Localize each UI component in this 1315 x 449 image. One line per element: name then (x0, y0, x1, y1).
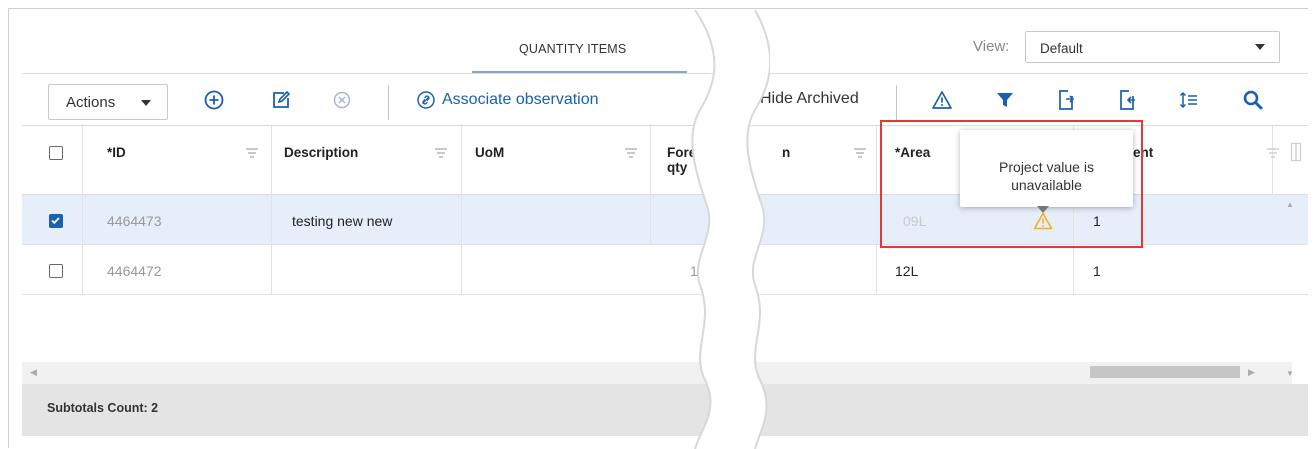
tooltip-text: Project value is unavailable (999, 159, 1094, 193)
add-circle-icon[interactable] (201, 87, 227, 113)
toolbar-separator (388, 85, 389, 120)
export-icon[interactable] (1053, 87, 1079, 113)
view-label: View: (973, 38, 1010, 55)
tab-quantity-items[interactable]: QUANTITY ITEMS (519, 42, 626, 56)
subtotals-label: Subtotals Count: 2 (47, 401, 159, 415)
associate-observation-label: Associate observation (442, 91, 599, 108)
column-header-partial[interactable]: n (782, 145, 790, 160)
column-filter-icon[interactable] (853, 147, 867, 159)
horizontal-scroll-thumb[interactable] (1090, 366, 1240, 378)
column-header-description[interactable]: Description (284, 145, 358, 160)
column-header-id[interactable]: *ID (107, 145, 126, 160)
toolbar-separator (896, 85, 897, 120)
cell-area: 12L (895, 263, 919, 279)
tooltip: Project value is unavailable (960, 130, 1133, 207)
delete-circle-icon[interactable] (329, 87, 355, 113)
import-icon[interactable] (1114, 87, 1140, 113)
cell-element: 1 (1093, 263, 1101, 279)
chevron-down-icon (1255, 44, 1265, 50)
scroll-up-icon[interactable]: ▲ (1286, 200, 1294, 209)
filter-icon[interactable] (992, 87, 1018, 113)
actions-label: Actions (66, 94, 116, 111)
column-filter-icon[interactable] (245, 147, 259, 159)
cell-description: testing new new (292, 213, 393, 229)
row-checkbox[interactable] (49, 214, 63, 228)
torn-edge (691, 10, 770, 449)
caret-down-icon (141, 100, 151, 106)
link-icon (417, 91, 435, 109)
column-header-uom[interactable]: UoM (475, 145, 504, 160)
column-chooser-icon[interactable] (1290, 142, 1302, 162)
cell-id: 4464473 (107, 213, 162, 229)
tooltip-pointer (1037, 206, 1049, 213)
actions-dropdown[interactable]: Actions (48, 84, 168, 120)
warning-icon[interactable] (929, 87, 955, 113)
row-checkbox[interactable] (49, 264, 63, 278)
cell-id: 4464472 (107, 263, 162, 279)
scroll-down-icon[interactable]: ▼ (1286, 369, 1294, 378)
view-select[interactable]: Default (1025, 31, 1280, 63)
hide-archived-toggle[interactable]: Hide Archived (760, 90, 859, 108)
edit-icon[interactable] (268, 87, 294, 113)
view-select-value: Default (1040, 41, 1083, 56)
associate-observation-button[interactable]: Associate observation (416, 88, 599, 112)
scroll-right-icon[interactable]: ▶ (1248, 367, 1255, 378)
column-filter-icon[interactable] (434, 147, 448, 159)
column-filter-icon[interactable] (624, 147, 638, 159)
search-icon[interactable] (1240, 87, 1266, 113)
sort-icon[interactable] (1176, 87, 1202, 113)
column-filter-icon[interactable] (1266, 147, 1280, 159)
select-all-checkbox[interactable] (49, 146, 63, 160)
scroll-left-icon[interactable]: ◀ (30, 367, 37, 378)
